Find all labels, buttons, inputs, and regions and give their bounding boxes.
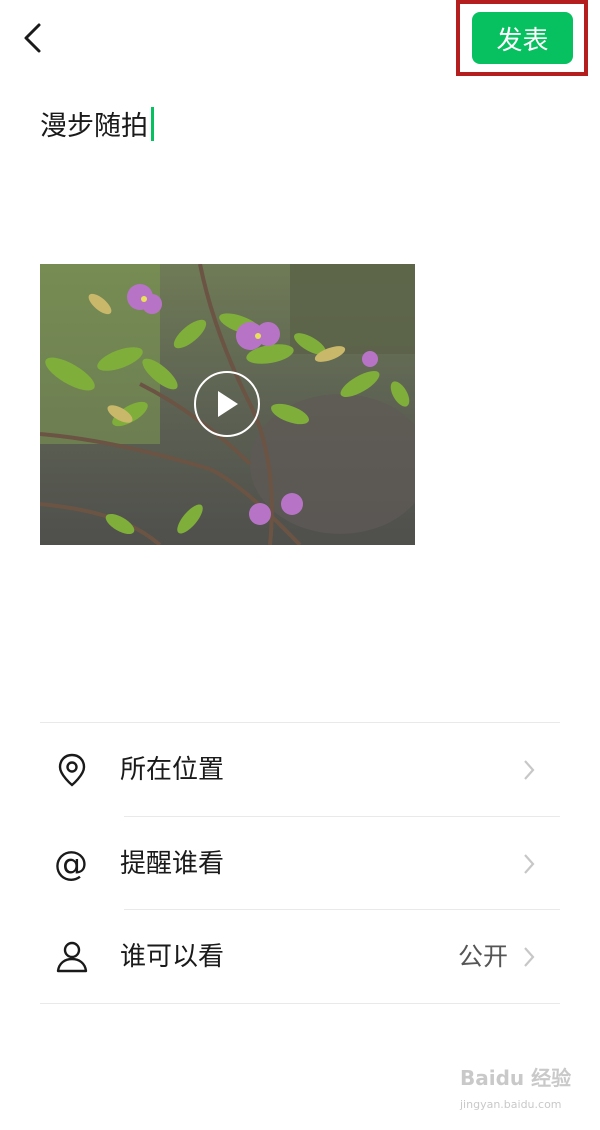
video-thumbnail[interactable] [40,264,415,545]
location-label: 所在位置 [120,755,225,785]
divider [124,816,560,817]
person-icon [56,941,88,973]
publish-button[interactable]: 发表 [472,12,573,64]
location-pin-icon [58,753,86,787]
chevron-right-icon [524,947,535,967]
divider [124,909,560,910]
chevron-left-icon [24,23,41,53]
mention-row[interactable]: @ 提醒谁看 [40,818,560,910]
location-row[interactable]: 所在位置 [40,724,560,816]
visibility-label: 谁可以看 [120,942,225,972]
post-text-input[interactable]: 漫步随拍 [40,104,154,143]
watermark: Baidu 经验 jingyan.baidu.com [452,1058,592,1120]
at-sign-icon: @ [54,844,88,884]
text-caret [151,106,154,141]
mention-label: 提醒谁看 [120,849,225,879]
post-text: 漫步随拍 [40,111,148,142]
play-button[interactable] [194,371,260,437]
chevron-right-icon [524,760,535,780]
back-button[interactable] [18,20,54,56]
watermark-brand: Baidu 经验 [460,1066,572,1090]
divider [40,1003,560,1004]
watermark-site: jingyan.baidu.com [460,1098,562,1111]
divider [40,722,560,723]
chevron-right-icon [524,854,535,874]
visibility-value: 公开 [457,942,508,971]
visibility-row[interactable]: 谁可以看 公开 [40,911,560,1003]
play-icon [218,391,238,417]
